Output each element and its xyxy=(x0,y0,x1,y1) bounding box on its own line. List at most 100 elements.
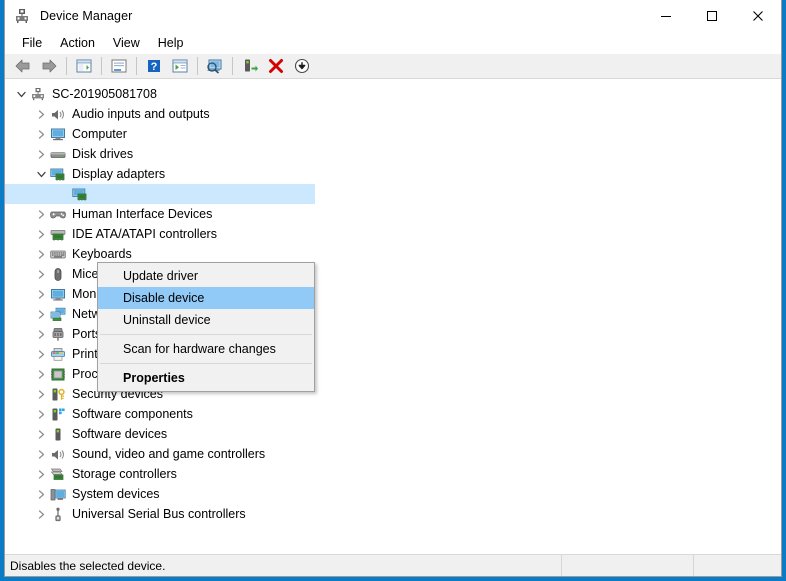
tree-row-software-devices[interactable]: Software devices xyxy=(5,424,781,444)
maximize-icon[interactable] xyxy=(689,0,735,32)
forward-icon[interactable] xyxy=(36,55,62,77)
display-adapter-icon xyxy=(49,166,67,182)
scan-for-hardware-changes-icon[interactable] xyxy=(202,55,228,77)
chevron-right-icon[interactable] xyxy=(33,224,49,244)
mouse-icon xyxy=(49,266,67,282)
toolbar-separator xyxy=(101,57,102,75)
show-hide-console-tree-icon[interactable] xyxy=(71,55,97,77)
tree-row-ide-ata-atapi-controllers[interactable]: IDE ATA/ATAPI controllers xyxy=(5,224,781,244)
monitor-icon xyxy=(49,286,67,302)
tree-row-sound-video-and-game-controllers[interactable]: Sound, video and game controllers xyxy=(5,444,781,464)
tree-row-keyboards[interactable]: Keyboards xyxy=(5,244,781,264)
device-manager-icon xyxy=(13,7,31,25)
uninstall-device-icon[interactable] xyxy=(263,55,289,77)
security-device-icon xyxy=(49,386,67,402)
status-message: Disables the selected device. xyxy=(5,555,562,576)
minimize-icon[interactable] xyxy=(643,0,689,32)
tree-label: Software components xyxy=(72,407,193,421)
tree-row-selected-display-adapter[interactable] xyxy=(5,184,781,204)
tree-label: Audio inputs and outputs xyxy=(72,107,210,121)
chevron-right-icon[interactable] xyxy=(33,144,49,164)
keyboard-icon xyxy=(49,246,67,262)
help-icon[interactable]: ? xyxy=(141,55,167,77)
processor-icon xyxy=(49,366,67,382)
chevron-right-icon[interactable] xyxy=(33,464,49,484)
properties-icon[interactable] xyxy=(106,55,132,77)
tree-row-audio-inputs-and-outputs[interactable]: Audio inputs and outputs xyxy=(5,104,781,124)
chevron-right-icon[interactable] xyxy=(33,244,49,264)
chevron-right-icon[interactable] xyxy=(33,264,49,284)
status-bar: Disables the selected device. xyxy=(5,554,781,576)
context-menu-separator xyxy=(100,334,312,335)
chevron-right-icon[interactable] xyxy=(33,124,49,144)
chevron-right-icon[interactable] xyxy=(33,424,49,444)
menu-view[interactable]: View xyxy=(104,34,149,52)
tree-row-system-devices[interactable]: System devices xyxy=(5,484,781,504)
chevron-right-icon[interactable] xyxy=(33,324,49,344)
context-menu-separator xyxy=(100,363,312,364)
network-adapter-icon xyxy=(49,306,67,322)
tree-label: System devices xyxy=(72,487,160,501)
toolbar: ? xyxy=(5,54,781,79)
svg-text:?: ? xyxy=(151,61,158,73)
tree-row-universal-serial-bus-controllers[interactable]: Universal Serial Bus controllers xyxy=(5,504,781,524)
context-menu-item-scan-for-hardware-changes[interactable]: Scan for hardware changes xyxy=(98,338,314,360)
device-tree[interactable]: SC-201905081708 Audio inputs and outputs xyxy=(5,79,781,554)
audio-icon xyxy=(49,106,67,122)
tree-label-root: SC-201905081708 xyxy=(52,87,157,101)
context-menu-item-properties[interactable]: Properties xyxy=(98,367,314,389)
ide-controller-icon xyxy=(49,226,67,242)
chevron-right-icon[interactable] xyxy=(33,304,49,324)
toolbar-separator xyxy=(136,57,137,75)
chevron-right-icon[interactable] xyxy=(33,284,49,304)
tree-row-storage-controllers[interactable]: Storage controllers xyxy=(5,464,781,484)
usb-controller-icon xyxy=(49,506,67,522)
disable-device-icon[interactable] xyxy=(289,55,315,77)
toolbar-separator xyxy=(232,57,233,75)
storage-controller-icon xyxy=(49,466,67,482)
list-view-icon[interactable] xyxy=(167,55,193,77)
menu-file[interactable]: File xyxy=(13,34,51,52)
tree-label: Human Interface Devices xyxy=(72,207,213,221)
computer-root-icon xyxy=(29,86,47,102)
back-icon[interactable] xyxy=(10,55,36,77)
status-panel-2 xyxy=(562,555,694,576)
tree-label: Keyboards xyxy=(72,247,132,261)
chevron-right-icon[interactable] xyxy=(33,404,49,424)
chevron-right-icon[interactable] xyxy=(33,384,49,404)
chevron-right-icon[interactable] xyxy=(33,204,49,224)
context-menu-item-disable-device[interactable]: Disable device xyxy=(98,287,314,309)
chevron-right-icon[interactable] xyxy=(33,504,49,524)
chevron-right-icon[interactable] xyxy=(33,484,49,504)
tree-row-software-components[interactable]: Software components xyxy=(5,404,781,424)
close-icon[interactable] xyxy=(735,0,781,32)
tree-label: Display adapters xyxy=(72,167,166,181)
computer-icon xyxy=(49,126,67,142)
tree-label: Sound, video and game controllers xyxy=(72,447,266,461)
tree-row-disk-drives[interactable]: Disk drives xyxy=(5,144,781,164)
tree-row-display-adapters[interactable]: Display adapters xyxy=(5,164,781,184)
context-menu-item-update-driver[interactable]: Update driver xyxy=(98,265,314,287)
software-component-icon xyxy=(49,406,67,422)
tree-label: Storage controllers xyxy=(72,467,177,481)
chevron-right-icon[interactable] xyxy=(33,364,49,384)
system-device-icon xyxy=(49,486,67,502)
chevron-down-icon[interactable] xyxy=(13,84,29,104)
chevron-down-icon[interactable] xyxy=(33,164,49,184)
chevron-right-icon[interactable] xyxy=(33,104,49,124)
tree-label: Universal Serial Bus controllers xyxy=(72,507,246,521)
context-menu-item-uninstall-device[interactable]: Uninstall device xyxy=(98,309,314,331)
tree-label: Software devices xyxy=(72,427,168,441)
update-driver-icon[interactable] xyxy=(237,55,263,77)
menu-action[interactable]: Action xyxy=(51,34,104,52)
hid-icon xyxy=(49,206,67,222)
tree-row-computer[interactable]: Computer xyxy=(5,124,781,144)
tree-label: Computer xyxy=(72,127,127,141)
menu-help[interactable]: Help xyxy=(149,34,193,52)
printer-icon xyxy=(49,346,67,362)
toolbar-separator xyxy=(197,57,198,75)
tree-row-root[interactable]: SC-201905081708 xyxy=(5,84,781,104)
tree-row-human-interface-devices[interactable]: Human Interface Devices xyxy=(5,204,781,224)
chevron-right-icon[interactable] xyxy=(33,344,49,364)
chevron-right-icon[interactable] xyxy=(33,444,49,464)
